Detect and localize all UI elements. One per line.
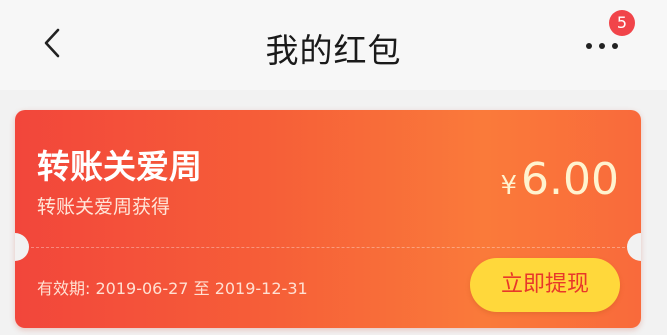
more-dot <box>612 43 618 49</box>
more-dot <box>599 43 605 49</box>
valid-from-date: 2019-06-27 <box>95 279 189 298</box>
more-dots-icon <box>586 43 592 49</box>
card-notch-left <box>15 233 29 261</box>
validity-separator: 至 <box>193 279 210 298</box>
amount-value: 6.00 <box>521 154 619 205</box>
card-notch-right <box>627 233 641 261</box>
coupon-amount: ¥6.00 <box>500 154 619 205</box>
coupon-title: 转账关爱周 <box>37 147 202 186</box>
validity-period: 有效期: 2019-06-27 至 2019-12-31 <box>37 275 308 299</box>
coupon-subtitle: 转账关爱周获得 <box>37 196 171 218</box>
valid-to-date: 2019-12-31 <box>214 279 308 298</box>
navigation-bar: 我的红包 5 <box>0 0 667 90</box>
validity-label: 有效期: <box>37 279 91 298</box>
red-packet-card: 转账关爱周 转账关爱周获得 ¥6.00 有效期: 2019-06-27 至 20… <box>15 110 641 328</box>
more-options-button[interactable] <box>582 34 626 58</box>
card-divider <box>31 247 625 248</box>
withdraw-now-button[interactable]: 立即提现 <box>470 258 620 312</box>
page-title: 我的红包 <box>265 31 402 70</box>
currency-symbol: ¥ <box>500 171 518 201</box>
notification-badge: 5 <box>609 10 635 36</box>
